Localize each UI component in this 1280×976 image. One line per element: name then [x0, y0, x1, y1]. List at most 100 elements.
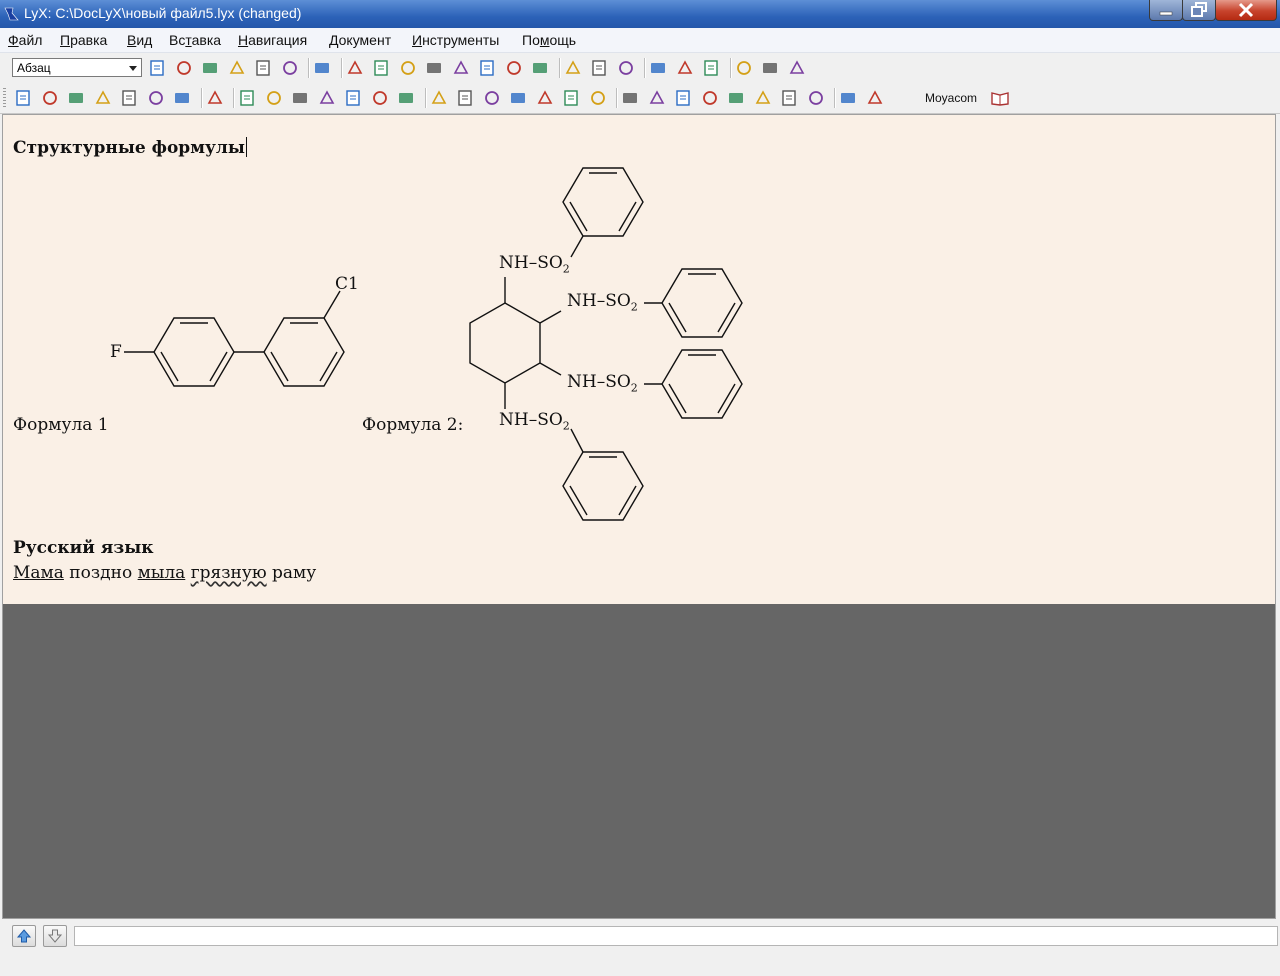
insert-float-figure-icon[interactable]	[430, 89, 448, 107]
standard-toolbar: Абзац	[0, 53, 1280, 83]
update-icon[interactable]	[41, 89, 59, 107]
print-icon[interactable]	[228, 59, 246, 77]
sample-sentence: Мама поздно мыла грязную раму	[13, 563, 317, 583]
toolbar-separator	[308, 58, 310, 78]
open-document-icon[interactable]	[175, 59, 193, 77]
text-ab-icon[interactable]	[839, 89, 857, 107]
arrow-down-icon	[47, 929, 63, 943]
toolbar-separator	[644, 58, 646, 78]
insert-note-icon[interactable]	[674, 89, 692, 107]
open-recent-icon[interactable]	[201, 59, 219, 77]
formula2-structure	[469, 167, 743, 521]
text-style-icon[interactable]	[617, 59, 635, 77]
section-heading-russian: Русский язык	[13, 538, 154, 558]
paragraph-style-value: Абзац	[17, 61, 51, 75]
toolbar-separator	[233, 88, 235, 108]
insert-table-icon[interactable]	[702, 59, 720, 77]
view-master-icon[interactable]	[147, 89, 165, 107]
restore-button[interactable]	[1182, 0, 1216, 21]
menu-navigate[interactable]: Навигация	[238, 32, 307, 48]
toolbar-grip[interactable]	[3, 88, 6, 108]
insert-box-icon[interactable]	[562, 89, 580, 107]
menu-edit[interactable]: Правка	[60, 32, 107, 48]
new-document-icon[interactable]	[148, 59, 166, 77]
nav-up-button[interactable]	[12, 925, 36, 947]
insert-label-icon[interactable]	[483, 89, 501, 107]
goto-icon[interactable]	[531, 59, 549, 77]
list-numbered-icon[interactable]	[265, 89, 283, 107]
list-itemize-icon[interactable]	[291, 89, 309, 107]
toolbar-separator	[729, 58, 732, 78]
text-cursor	[245, 137, 247, 157]
minimize-button[interactable]	[1149, 0, 1183, 21]
copy-icon[interactable]	[425, 59, 443, 77]
toolbar-separator	[834, 88, 836, 108]
formula1-caption: Формула 1	[13, 415, 109, 435]
menu-insert[interactable]: Вставка	[169, 32, 221, 48]
document-area[interactable]: Структурные формулы F C1 Формула 1 Форму…	[3, 115, 1275, 604]
status-bar	[0, 921, 1280, 976]
math-panel-icon[interactable]	[761, 59, 779, 77]
list-description-icon[interactable]	[318, 89, 336, 107]
menu-tools[interactable]: Инструменты	[412, 32, 499, 48]
toolbar-separator	[616, 88, 618, 108]
menu-bar: Файл Правка Вид Вставка Навигация Докуме…	[0, 28, 1280, 53]
menu-document[interactable]: Документ	[329, 32, 391, 48]
group-bottom: NH–SO2	[499, 410, 570, 433]
command-input[interactable]	[74, 926, 1278, 946]
math-sum-icon[interactable]	[649, 59, 667, 77]
insert-ref-icon[interactable]	[509, 89, 527, 107]
close-button[interactable]	[1215, 0, 1277, 21]
section-heading-formulas: Структурные формулы	[13, 137, 247, 158]
menu-file[interactable]: Файл	[8, 32, 42, 48]
moyacom-label[interactable]: Moyacom	[925, 91, 977, 105]
insert-tex-icon[interactable]	[754, 89, 772, 107]
view-html-icon[interactable]	[120, 89, 138, 107]
insert-bookmark-icon[interactable]	[536, 89, 554, 107]
menu-view[interactable]: Вид	[127, 32, 152, 48]
menu-help[interactable]: Помощь	[522, 32, 576, 48]
insert-index-icon[interactable]	[589, 89, 607, 107]
align-left-icon[interactable]	[238, 89, 256, 107]
moyacom-book-icon[interactable]	[990, 89, 1009, 107]
emphasize-icon[interactable]	[564, 59, 582, 77]
paragraph-style-select[interactable]: Абзац	[12, 58, 142, 77]
insert-graphics-icon[interactable]	[676, 59, 694, 77]
view-pdf-icon[interactable]	[67, 89, 85, 107]
nav-down-button[interactable]	[43, 925, 67, 947]
save-icon[interactable]	[254, 59, 272, 77]
insert-attachment-icon[interactable]	[807, 89, 825, 107]
insert-verbatim-icon[interactable]	[780, 89, 798, 107]
group-right-lower: NH–SO2	[567, 372, 638, 395]
find-binoculars-icon[interactable]	[478, 59, 496, 77]
update-master-icon[interactable]	[173, 89, 191, 107]
find-replace-icon[interactable]	[505, 59, 523, 77]
window-title: LyX: C:\DocLyX\новый файл5.lyx (changed)	[24, 5, 302, 21]
depth-decrease-icon[interactable]	[397, 89, 415, 107]
redo-icon[interactable]	[372, 59, 390, 77]
paste-icon[interactable]	[452, 59, 470, 77]
view-dvi-icon[interactable]	[14, 89, 32, 107]
depth-increase-icon[interactable]	[371, 89, 389, 107]
toolbar-separator	[558, 58, 561, 78]
noun-icon[interactable]	[590, 59, 608, 77]
group-right-upper: NH–SO2	[567, 291, 638, 314]
insert-float-table-icon[interactable]	[456, 89, 474, 107]
title-bar: LyX: C:\DocLyX\новый файл5.lyx (changed)	[0, 0, 1280, 28]
cut-icon[interactable]	[399, 59, 417, 77]
spellcheck-icon[interactable]	[313, 59, 331, 77]
paragraph-settings-icon[interactable]	[866, 89, 884, 107]
table-panel-icon[interactable]	[788, 59, 806, 77]
paragraph-left-icon[interactable]	[621, 89, 639, 107]
insert-image-icon[interactable]	[206, 89, 224, 107]
undo-icon[interactable]	[346, 59, 364, 77]
paragraph-right-icon[interactable]	[648, 89, 666, 107]
list-enumerate-icon[interactable]	[344, 89, 362, 107]
toolbar-separator	[424, 88, 427, 108]
view-ps-icon[interactable]	[94, 89, 112, 107]
navigator-compass-icon[interactable]	[735, 59, 753, 77]
insert-footnote-icon[interactable]	[701, 89, 719, 107]
insert-hyperlink-icon[interactable]	[727, 89, 745, 107]
atom-chlorine: C1	[335, 274, 359, 294]
print-preview-icon[interactable]	[281, 59, 299, 77]
